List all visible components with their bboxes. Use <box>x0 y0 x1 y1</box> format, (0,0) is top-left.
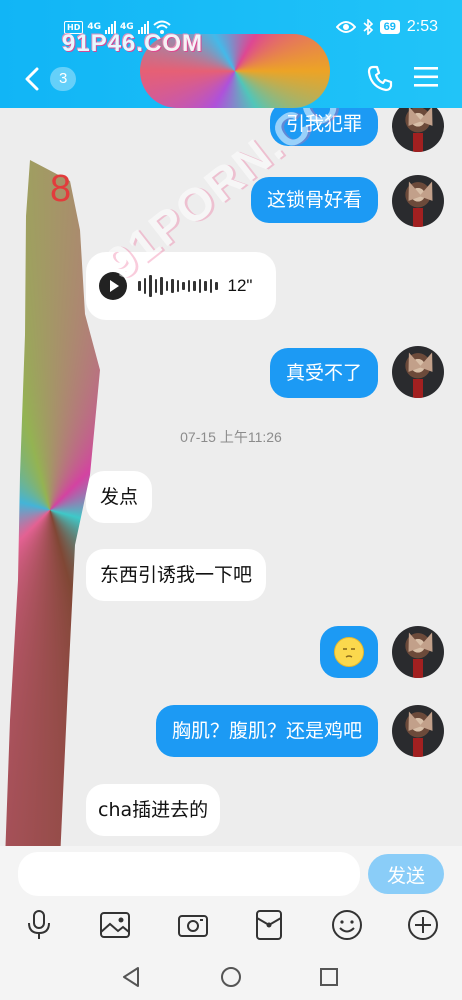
phone-icon[interactable] <box>366 64 394 92</box>
back-triangle-icon[interactable] <box>118 964 144 990</box>
status-right: 69 2:53 <box>335 16 438 38</box>
plus-icon[interactable] <box>406 908 440 942</box>
avatar[interactable] <box>392 346 444 398</box>
message-bubble[interactable]: 胸肌？腹肌？还是鸡吧 <box>155 705 378 757</box>
voice-waveform <box>138 275 218 297</box>
avatar[interactable] <box>392 108 444 152</box>
chat-header: HD 4G 4G 69 2:53 3 91P46.COM <box>0 0 462 108</box>
sleepy-face-emoji-icon <box>334 637 364 667</box>
avatar[interactable] <box>392 175 444 227</box>
emoji-message-bubble[interactable] <box>320 626 378 678</box>
message-row <box>320 626 378 678</box>
message-bubble[interactable]: 真受不了 <box>269 348 378 398</box>
camera-icon[interactable] <box>176 908 210 942</box>
avatar[interactable] <box>392 705 444 757</box>
input-bar: 发送 <box>0 846 462 952</box>
stray-mark: 8 <box>50 168 72 210</box>
message-row: 胸肌？腹肌？还是鸡吧 <box>155 705 378 757</box>
voice-duration: 12" <box>227 276 253 295</box>
back-chevron-icon <box>25 67 39 91</box>
unread-count-badge: 3 <box>50 67 77 91</box>
clock: 2:53 <box>406 18 438 35</box>
message-bubble[interactable]: cha插进去的 <box>86 784 221 836</box>
red-packet-icon[interactable] <box>252 908 286 942</box>
send-button[interactable]: 发送 <box>368 854 444 894</box>
chat-messages[interactable]: 引我犯罪 这锁骨好看 12" 真受不了 07-15 上午11:26 发点 东西引… <box>0 108 462 846</box>
eye-icon <box>335 21 356 33</box>
message-row: cha插进去的 <box>86 784 221 836</box>
menu-icon[interactable] <box>413 64 439 90</box>
watermark-top: 91P46.COM <box>62 30 204 57</box>
message-bubble[interactable]: 发点 <box>86 471 153 523</box>
battery-indicator: 69 <box>379 20 400 34</box>
input-toolbar <box>0 902 462 948</box>
recents-square-icon[interactable] <box>316 964 342 990</box>
avatar[interactable] <box>392 626 444 678</box>
message-row: 发点 <box>86 471 153 523</box>
microphone-icon[interactable] <box>22 908 56 942</box>
message-bubble[interactable]: 东西引诱我一下吧 <box>86 549 267 601</box>
emoji-icon[interactable] <box>330 908 364 942</box>
message-row: 这锁骨好看 <box>250 177 378 223</box>
bluetooth-icon <box>363 19 373 35</box>
image-icon[interactable] <box>98 908 132 942</box>
system-navigation-bar <box>0 952 462 1000</box>
nav-bar: 3 <box>0 34 462 108</box>
obscured-contact-avatar-overlay <box>5 160 100 846</box>
message-input[interactable] <box>18 852 360 896</box>
home-circle-icon[interactable] <box>218 964 244 990</box>
message-row: 真受不了 <box>269 348 378 398</box>
back-button[interactable]: 3 <box>24 62 94 96</box>
message-bubble[interactable]: 这锁骨好看 <box>250 177 378 223</box>
message-row: 东西引诱我一下吧 <box>86 549 267 601</box>
